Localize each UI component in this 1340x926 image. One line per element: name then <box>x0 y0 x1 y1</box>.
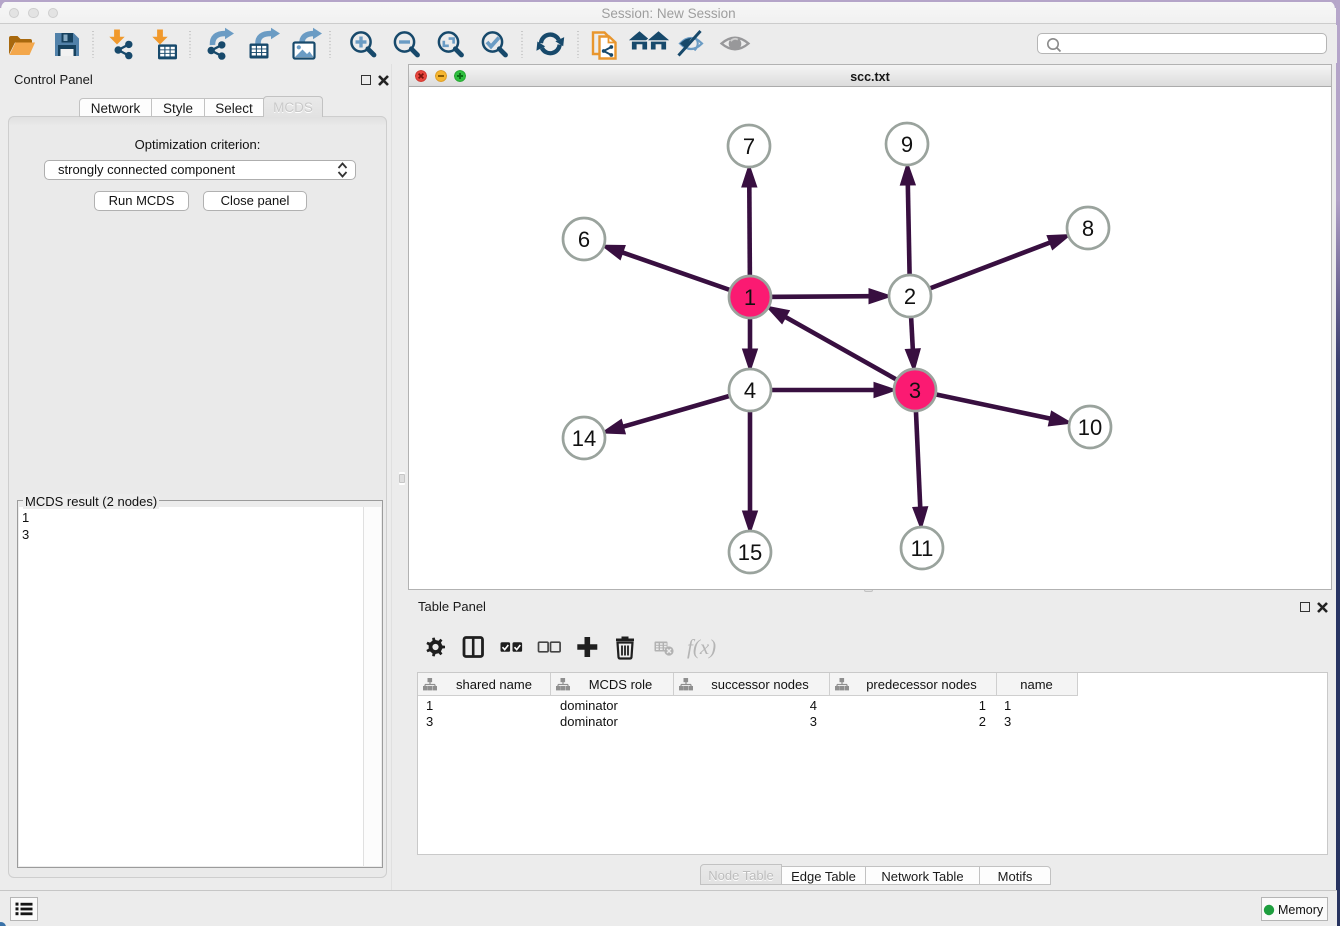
svg-text:1: 1 <box>744 285 756 310</box>
svg-text:8: 8 <box>1082 216 1094 241</box>
svg-text:11: 11 <box>911 536 934 561</box>
svg-text:2: 2 <box>904 284 916 309</box>
svg-text:3: 3 <box>909 378 921 403</box>
svg-text:15: 15 <box>738 540 762 565</box>
svg-text:7: 7 <box>743 134 755 159</box>
svg-text:10: 10 <box>1078 415 1102 440</box>
svg-text:9: 9 <box>901 132 913 157</box>
svg-text:4: 4 <box>744 378 756 403</box>
svg-text:f(x): f(x) <box>687 635 716 659</box>
svg-text:6: 6 <box>578 227 590 252</box>
svg-text:14: 14 <box>572 426 596 451</box>
